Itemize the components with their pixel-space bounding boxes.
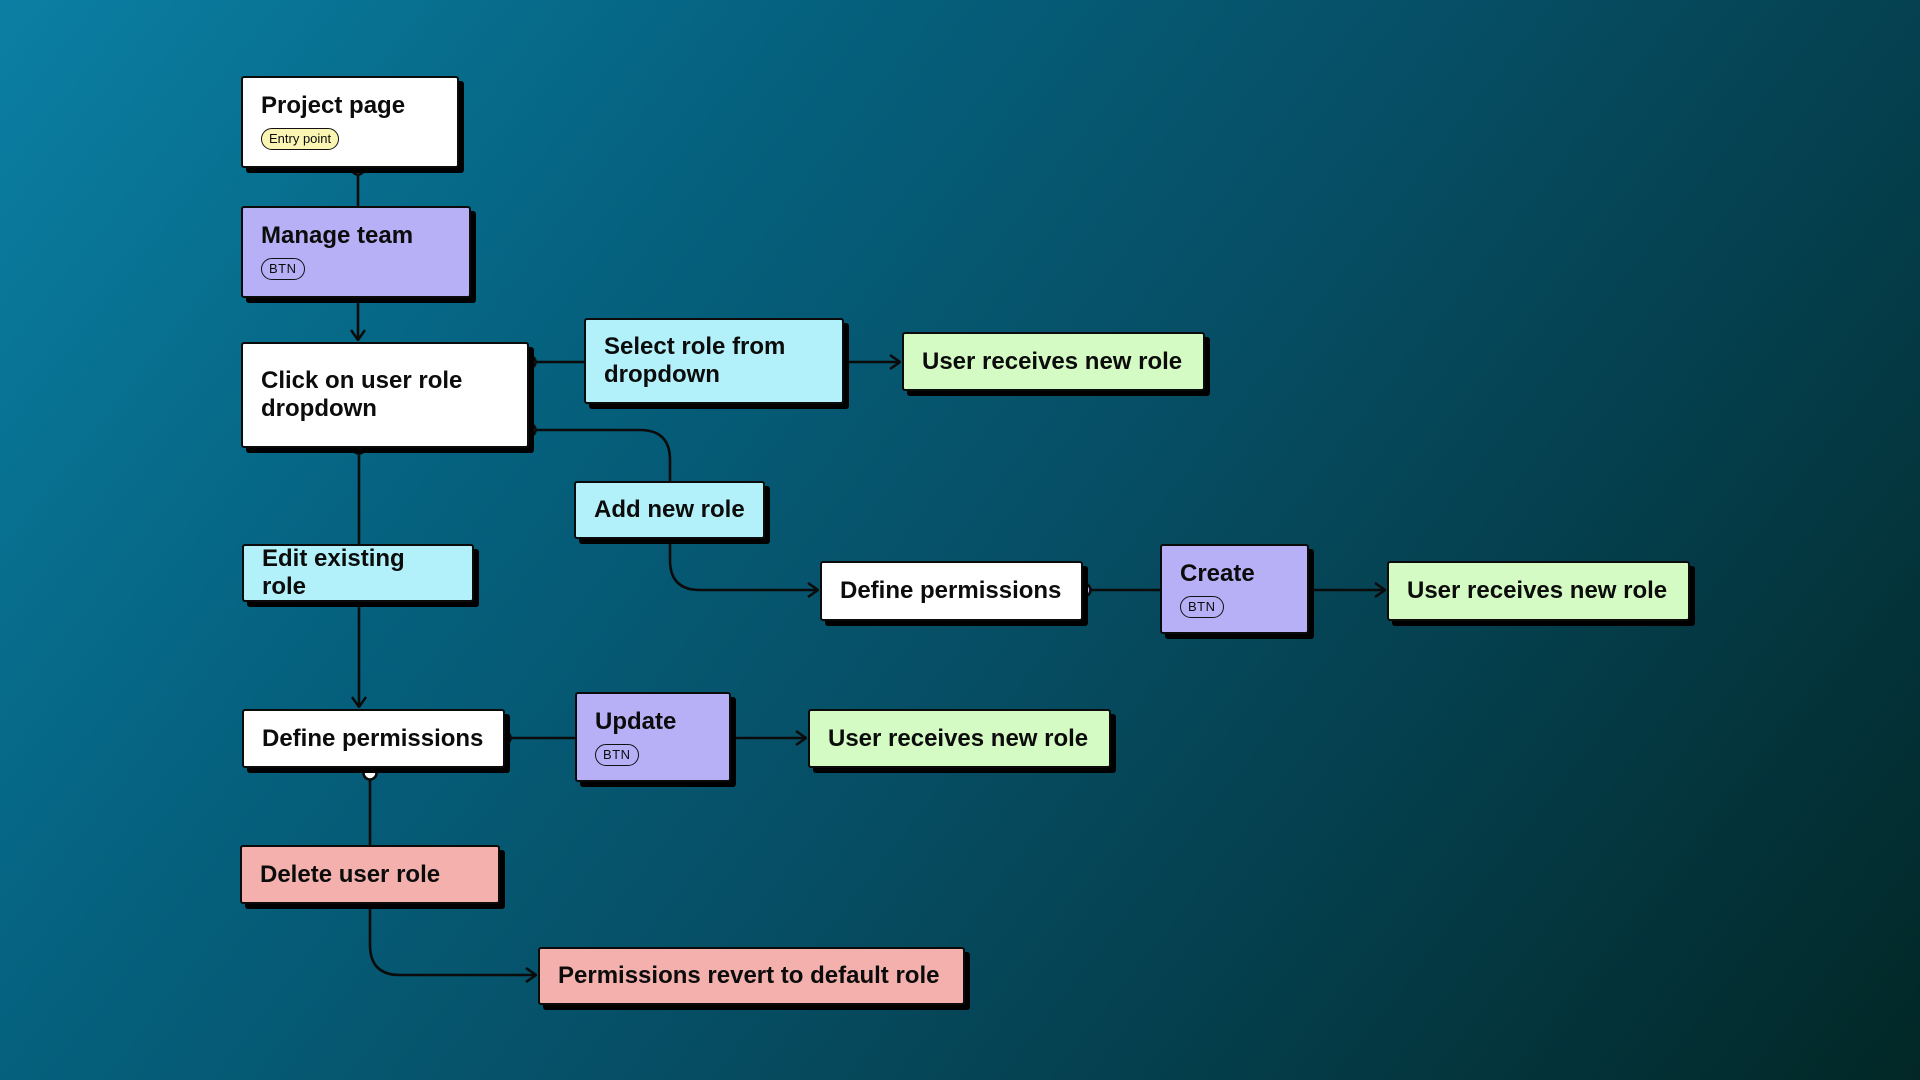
node-update[interactable]: Update BTN [575, 692, 731, 782]
node-label: Define permissions [840, 577, 1062, 604]
node-label: User receives new role [922, 347, 1183, 375]
node-click-dropdown[interactable]: Click on user role dropdown [241, 342, 529, 448]
node-receives-new-role-2[interactable]: User receives new role [1387, 561, 1690, 621]
node-label: Add new role [594, 496, 745, 523]
node-label: User receives new role [1407, 577, 1668, 604]
node-project-page[interactable]: Project page Entry point [241, 76, 459, 168]
port-dot[interactable] [362, 765, 378, 781]
node-label: Click on user role dropdown [261, 367, 463, 422]
node-label: Project page [261, 92, 406, 119]
node-delete-user-role[interactable]: Delete user role [240, 845, 500, 904]
node-label: Create [1180, 560, 1255, 587]
node-label: Delete user role [260, 860, 441, 888]
node-label: Manage team [261, 222, 414, 249]
node-manage-team[interactable]: Manage team BTN [241, 206, 471, 298]
btn-badge: BTN [261, 258, 305, 280]
node-define-permissions-edit[interactable]: Define permissions [242, 709, 505, 768]
node-edit-existing-role[interactable]: Edit existing role [242, 544, 474, 602]
btn-badge: BTN [1180, 596, 1224, 618]
edge-dropdown-to-add [529, 428, 672, 481]
node-label: Select role from dropdown [604, 333, 786, 388]
node-label: Define permissions [262, 724, 484, 752]
node-label: Edit existing role [262, 545, 405, 600]
edge-delete-to-revert [368, 904, 536, 975]
node-label: User receives new role [828, 724, 1089, 752]
node-label: Update [595, 708, 677, 735]
node-select-role[interactable]: Select role from dropdown [584, 318, 844, 404]
node-label: Permissions revert to default role [558, 962, 940, 989]
entry-point-badge: Entry point [261, 128, 340, 150]
node-add-new-role[interactable]: Add new role [574, 481, 765, 539]
node-permissions-revert[interactable]: Permissions revert to default role [538, 947, 965, 1005]
node-receives-new-role-1[interactable]: User receives new role [902, 332, 1205, 391]
node-define-permissions-add[interactable]: Define permissions [820, 561, 1083, 621]
node-create[interactable]: Create BTN [1160, 544, 1309, 634]
edge-add-to-define [668, 539, 818, 590]
btn-badge: BTN [595, 744, 639, 766]
node-receives-new-role-3[interactable]: User receives new role [808, 709, 1111, 768]
